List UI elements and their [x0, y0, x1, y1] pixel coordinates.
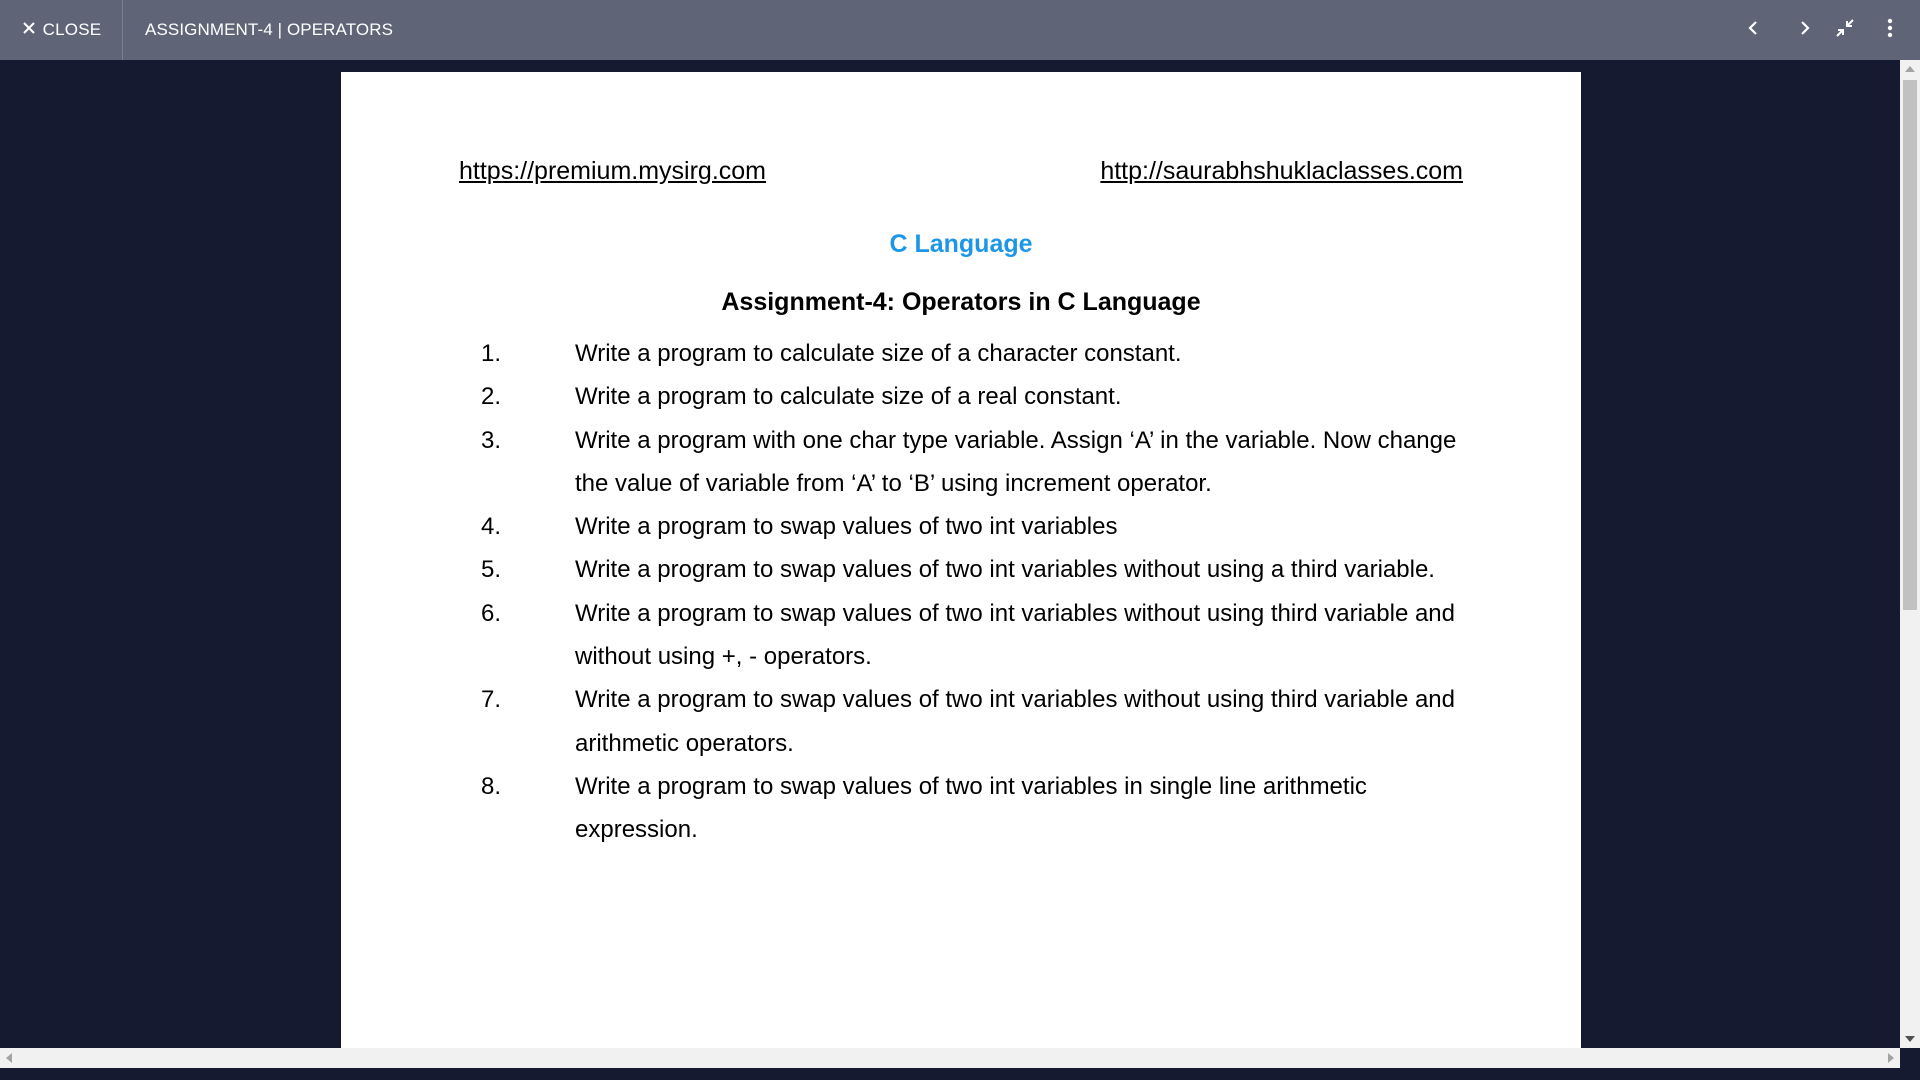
close-label: CLOSE	[42, 20, 102, 39]
question-text: Write a program to swap values of two in…	[575, 556, 1435, 584]
question-item: 2. Write a program to calculate size of a…	[481, 375, 1481, 418]
question-number: 2.	[481, 383, 502, 411]
document-title: ASSIGNMENT-4 | OPERATORS	[145, 20, 394, 39]
question-item: 4. Write a program to swap values of two …	[481, 505, 1481, 548]
scroll-left-arrow-icon[interactable]	[6, 1053, 12, 1063]
question-text: Write a program to swap values of two in…	[575, 772, 1367, 844]
subject-title: C Language	[889, 230, 1033, 258]
vertical-scroll-thumb[interactable]	[1903, 80, 1917, 610]
link-premium-mysirg[interactable]: https://premium.mysirg.com	[459, 157, 766, 186]
question-text: Write a program to calculate size of a c…	[575, 340, 1182, 367]
question-number: 6.	[481, 599, 502, 627]
next-button[interactable]	[1788, 14, 1820, 46]
close-button[interactable]: CLOSE	[0, 0, 123, 60]
scroll-right-arrow-icon[interactable]	[1888, 1053, 1894, 1063]
question-item: 6. Write a program to swap values of two …	[481, 592, 1481, 679]
chevron-right-icon	[1793, 17, 1815, 44]
chevron-left-icon	[1743, 17, 1765, 44]
question-number: 5.	[481, 556, 502, 584]
question-number: 7.	[481, 686, 502, 714]
assignment-heading: Assignment-4: Operators in C Language	[721, 288, 1201, 316]
question-item: 5. Write a program to swap values of two …	[481, 548, 1481, 591]
scroll-down-arrow-icon[interactable]	[1905, 1036, 1915, 1042]
previous-button[interactable]	[1738, 14, 1770, 46]
question-item: 3. Write a program with one char type var…	[481, 419, 1481, 506]
question-number: 3.	[481, 426, 502, 454]
question-number: 8.	[481, 772, 502, 800]
question-item: 8. Write a program to swap values of two …	[481, 765, 1481, 852]
viewer-toolbar: CLOSE ASSIGNMENT-4 | OPERATORS	[0, 0, 1920, 60]
question-number: 1.	[481, 340, 502, 367]
question-number: 4.	[481, 513, 502, 541]
exit-fullscreen-icon	[1834, 17, 1856, 44]
question-list: 1. Write a program to calculate size of a…	[481, 332, 1481, 852]
more-vert-icon	[1879, 17, 1901, 44]
question-text: Write a program to calculate size of a r…	[575, 383, 1122, 411]
scroll-up-arrow-icon[interactable]	[1905, 66, 1915, 72]
bottom-strip	[0, 1068, 1920, 1080]
question-text: Write a program to swap values of two in…	[575, 513, 1118, 541]
horizontal-scrollbar[interactable]	[0, 1048, 1900, 1068]
document-viewer: https://premium.mysirg.com http://saurab…	[0, 60, 1920, 1048]
document-page: https://premium.mysirg.com http://saurab…	[341, 72, 1581, 1048]
more-options-button[interactable]	[1874, 14, 1906, 46]
exit-fullscreen-button[interactable]	[1829, 14, 1861, 46]
question-item: 7. Write a program to swap values of two …	[481, 678, 1481, 765]
question-text: Write a program with one char type varia…	[575, 426, 1457, 497]
question-text: Write a program to swap values of two in…	[575, 686, 1455, 757]
vertical-scrollbar[interactable]	[1900, 60, 1920, 1048]
close-icon	[21, 20, 37, 41]
question-text: Write a program to swap values of two in…	[575, 599, 1455, 671]
link-saurabhshuklaclasses[interactable]: http://saurabhshuklaclasses.com	[1100, 157, 1463, 186]
question-item: 1. Write a program to calculate size of a…	[481, 332, 1481, 375]
